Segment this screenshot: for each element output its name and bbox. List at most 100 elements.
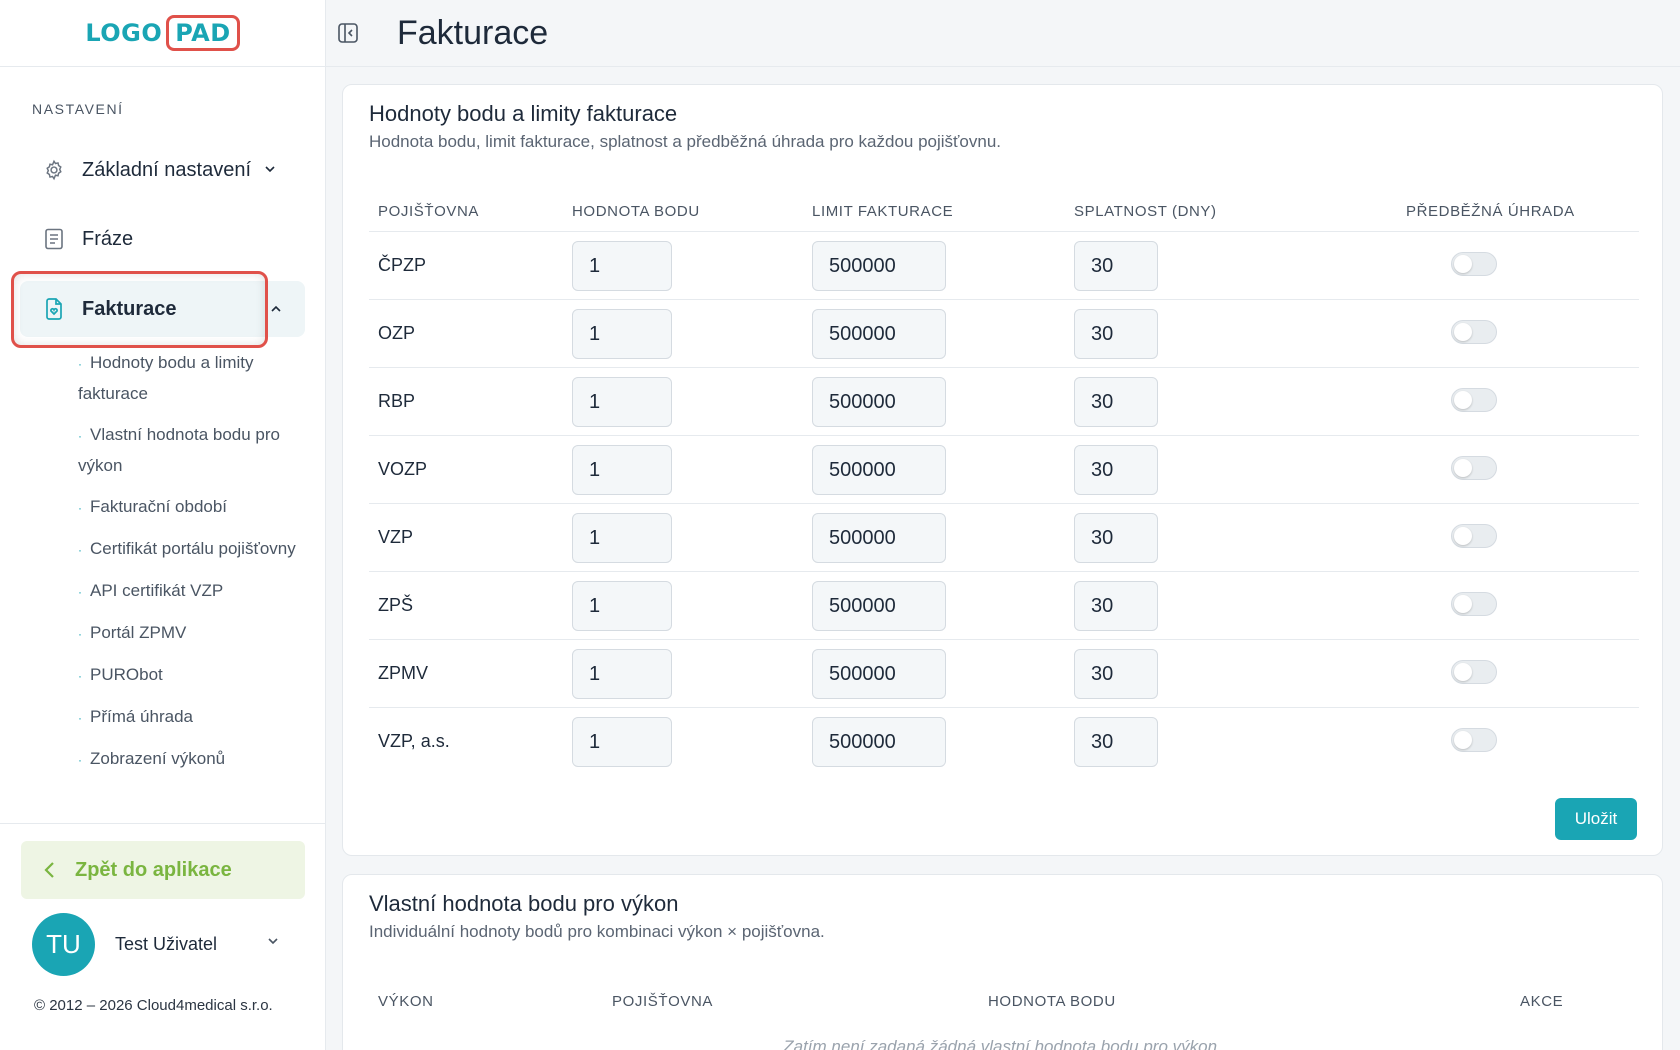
user-menu[interactable]: TU Test Uživatel [32,912,302,976]
subnav-item[interactable]: · PURObot [78,660,308,691]
subnav-label: Přímá úhrada [90,707,193,726]
subnav-item[interactable]: · Portál ZPMV [78,618,308,649]
prepayment-toggle[interactable] [1451,388,1497,412]
column-header: LIMIT FAKTURACE [812,203,954,220]
point-value-input[interactable]: 1 [572,717,672,767]
column-header: AKCE [1520,993,1564,1010]
insurer-name: RBP [378,391,416,411]
prepayment-toggle[interactable] [1451,252,1497,276]
chevron-down-icon [266,934,280,953]
prepayment-toggle[interactable] [1451,660,1497,684]
subnav-item[interactable]: · Fakturační období [78,492,308,523]
invoice-limit-input[interactable]: 500000 [812,241,946,291]
invoice-limit-input[interactable]: 500000 [812,717,946,767]
table-row: OZP 1 500000 30 [369,299,1639,367]
back-label: Zpět do aplikace [75,858,232,881]
invoice-limit-input[interactable]: 500000 [812,377,946,427]
point-value-input[interactable]: 1 [572,649,672,699]
empty-message: Zatím není zadaná žádná vlastní hodnota … [783,1037,1222,1050]
sidebar-item-label: Základní nastavení [82,158,251,181]
column-header: PŘEDBĚŽNÁ ÚHRADA [1406,203,1575,220]
subnav-label: Certifikát portálu pojišťovny [90,539,296,558]
due-days-input[interactable]: 30 [1074,445,1158,495]
due-days-input[interactable]: 30 [1074,241,1158,291]
subnav-label: Portál ZPMV [90,623,187,642]
card-subtitle: Individuální hodnoty bodů pro kombinaci … [369,922,825,941]
invoice-icon [42,297,66,321]
insurer-name: VZP [378,527,414,547]
save-button[interactable]: Uložit [1555,798,1637,840]
card-title: Vlastní hodnota bodu pro výkon [369,891,679,916]
user-name: Test Uživatel [115,933,218,954]
header: Fakturace [326,0,1680,67]
due-days-input[interactable]: 30 [1074,649,1158,699]
due-days-input[interactable]: 30 [1074,377,1158,427]
subnav-item[interactable]: · Hodnoty bodu a limity fakturace [78,348,308,409]
sidebar-item-label: Fakturace [82,297,177,320]
logo-area: LOGO PAD [0,0,325,67]
document-icon [42,227,66,251]
due-days-input[interactable]: 30 [1074,581,1158,631]
point-value-input[interactable]: 1 [572,581,672,631]
prepayment-toggle[interactable] [1451,728,1497,752]
subnav-label: API certifikát VZP [90,581,224,600]
sidebar-item-label: Fráze [82,227,134,250]
point-value-input[interactable]: 1 [572,241,672,291]
due-days-input[interactable]: 30 [1074,309,1158,359]
divider [0,823,326,824]
column-header: POJIŠŤOVNA [612,993,714,1010]
insurer-name: OZP [378,323,416,343]
subnav-item[interactable]: · Certifikát portálu pojišťovny [78,534,308,565]
invoice-limit-input[interactable]: 500000 [812,513,946,563]
prepayment-toggle[interactable] [1451,456,1497,480]
chevron-up-icon [269,299,283,322]
invoice-limit-input[interactable]: 500000 [812,309,946,359]
sidebar-item-basic-settings[interactable]: Základní nastavení [20,142,305,198]
sidebar-toggle-icon[interactable] [337,22,359,44]
sidebar-item-invoicing[interactable]: Fakturace [20,281,305,337]
insurer-name: ZPMV [378,663,429,683]
point-value-input[interactable]: 1 [572,309,672,359]
due-days-input[interactable]: 30 [1074,717,1158,767]
section-label: NASTAVENÍ [32,101,124,117]
table-row: VZP, a.s. 1 500000 30 [369,707,1639,775]
page-title: Fakturace [397,13,549,52]
table-row: VZP 1 500000 30 [369,503,1639,571]
back-to-app-button[interactable]: Zpět do aplikace [21,841,305,899]
column-header: HODNOTA BODU [572,203,700,220]
invoice-limit-input[interactable]: 500000 [812,581,946,631]
insurer-name: VOZP [378,459,428,479]
column-header: HODNOTA BODU [988,993,1116,1010]
chevron-down-icon [263,159,277,182]
table-row: ZPMV 1 500000 30 [369,639,1639,707]
subnav-label: Vlastní hodnota bodu pro výkon [78,425,280,475]
point-value-input[interactable]: 1 [572,377,672,427]
sidebar-item-phrases[interactable]: Fráze [20,211,305,267]
insurer-name: ČPZP [378,255,427,275]
subnav-item[interactable]: · Zobrazení výkonů [78,744,308,775]
column-header: VÝKON [378,993,434,1010]
table-row: ČPZP 1 500000 30 [369,231,1639,299]
table-row: ZPŠ 1 500000 30 [369,571,1639,639]
prepayment-toggle[interactable] [1451,320,1497,344]
subnav-item[interactable]: · Přímá úhrada [78,702,308,733]
subnav-label: Hodnoty bodu a limity fakturace [78,353,254,403]
invoice-limit-input[interactable]: 500000 [812,649,946,699]
logo-pad: PAD [166,15,240,51]
subnav: · Hodnoty bodu a limity fakturace · Vlastn… [78,348,308,786]
column-header: POJIŠŤOVNA [378,203,480,220]
due-days-input[interactable]: 30 [1074,513,1158,563]
gear-icon [42,158,66,182]
point-value-input[interactable]: 1 [572,445,672,495]
point-value-input[interactable]: 1 [572,513,672,563]
subnav-item[interactable]: · API certifikát VZP [78,576,308,607]
logo[interactable]: LOGO PAD [85,15,240,51]
copyright: © 2012 – 2026 Cloud4medical s.r.o. [34,997,273,1014]
prepayment-toggle[interactable] [1451,592,1497,616]
prepayment-toggle[interactable] [1451,524,1497,548]
sidebar: LOGO PAD NASTAVENÍ Základní nastavení Fr… [0,0,326,1050]
card-subtitle: Hodnota bodu, limit fakturace, splatnost… [369,132,1001,151]
chevron-left-icon [43,861,57,879]
invoice-limit-input[interactable]: 500000 [812,445,946,495]
subnav-item[interactable]: · Vlastní hodnota bodu pro výkon [78,420,308,481]
